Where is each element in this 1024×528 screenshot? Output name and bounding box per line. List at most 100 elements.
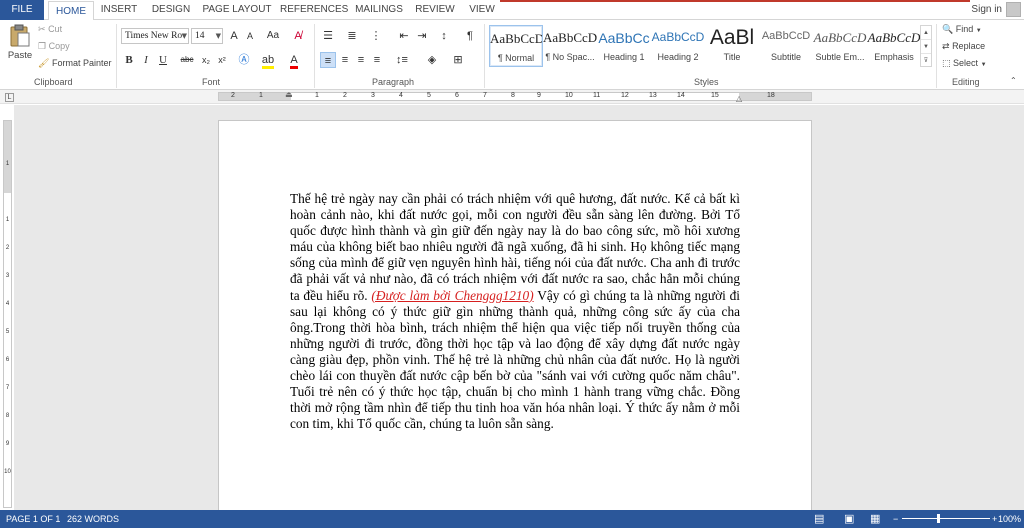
- group-separator: [116, 24, 117, 88]
- chevron-up-icon[interactable]: ▲: [921, 26, 931, 40]
- shading-button[interactable]: ◈: [424, 52, 440, 68]
- ruler-number: 2: [5, 245, 10, 251]
- style-sample: AaBbCcD: [867, 30, 921, 45]
- binoculars-icon: 🔍: [942, 24, 954, 34]
- decrease-indent-button[interactable]: ⇤: [396, 28, 412, 44]
- style-emphasis[interactable]: AaBbCcD Emphasis: [867, 25, 921, 67]
- styles-gallery-scroll[interactable]: ▲ ▼ ⊽: [920, 25, 932, 67]
- ruler-number: 6: [5, 357, 10, 363]
- cursor-icon: ⬚: [942, 58, 951, 68]
- font-size-combo[interactable]: 14 ▼: [191, 28, 223, 44]
- paste-label: Paste: [7, 50, 33, 61]
- bold-button[interactable]: B: [121, 52, 137, 68]
- zoom-in-icon[interactable]: +: [992, 510, 997, 528]
- document-page[interactable]: Thế hệ trẻ ngày nay cần phải có trách nh…: [218, 120, 812, 520]
- avatar[interactable]: [1006, 2, 1021, 17]
- page-count-status[interactable]: PAGE 1 OF 1: [6, 510, 60, 528]
- zoom-slider-thumb[interactable]: [937, 514, 940, 523]
- collapse-ribbon-button[interactable]: ⌃: [1010, 76, 1017, 85]
- text-effects-button[interactable]: Ⓐ: [236, 52, 252, 68]
- style-subtle-emphasis[interactable]: AaBbCcD Subtle Em...: [813, 25, 867, 67]
- show-formatting-button[interactable]: ¶: [462, 28, 478, 44]
- ruler-number: 18: [767, 92, 775, 99]
- group-separator: [314, 24, 315, 88]
- scissors-icon: ✂: [38, 24, 46, 34]
- ruler-number: 4: [399, 92, 403, 99]
- style-sample: AaBbCcDc: [543, 30, 597, 45]
- horizontal-ruler[interactable]: 2 1 1 2 3 4 5 6 7 8 9 10 11 12 13 14 15 …: [218, 90, 812, 103]
- increase-indent-button[interactable]: ⇥: [414, 28, 430, 44]
- style-heading-2[interactable]: AaBbCcD Heading 2: [651, 25, 705, 67]
- cut-label: Cut: [48, 24, 63, 34]
- tab-view[interactable]: VIEW: [464, 0, 500, 20]
- style-subtitle[interactable]: AaBbCcD Subtitle: [759, 25, 813, 67]
- font-color-button[interactable]: A: [286, 52, 302, 69]
- document-body[interactable]: Thế hệ trẻ ngày nay cần phải có trách nh…: [290, 191, 740, 432]
- sign-in-link[interactable]: Sign in: [971, 0, 1002, 20]
- numbering-button[interactable]: ≣: [344, 28, 360, 44]
- style-no-spacing[interactable]: AaBbCcDc ¶ No Spac...: [543, 25, 597, 67]
- italic-button[interactable]: I: [138, 52, 154, 68]
- superscript-button[interactable]: x²: [214, 52, 230, 68]
- select-button[interactable]: ⬚ Select ▼: [942, 58, 987, 69]
- tab-review[interactable]: REVIEW: [414, 0, 456, 20]
- tab-references[interactable]: REFERENCES: [280, 0, 348, 20]
- change-case-button[interactable]: Aa: [263, 28, 283, 44]
- underline-button[interactable]: U: [155, 52, 171, 68]
- tab-selector-button[interactable]: L: [5, 93, 14, 102]
- right-indent-marker-icon[interactable]: △: [736, 94, 742, 103]
- find-button[interactable]: 🔍 Find ▼: [942, 24, 982, 35]
- copy-label: Copy: [48, 41, 70, 51]
- subscript-button[interactable]: x₂: [198, 52, 214, 68]
- highlight-button[interactable]: ab: [260, 52, 276, 69]
- zoom-level[interactable]: 100%: [998, 510, 1021, 528]
- ruler-number: 7: [5, 385, 10, 391]
- line-spacing-icon: ↕≡: [396, 54, 408, 66]
- chevron-down-icon[interactable]: ▼: [921, 40, 931, 54]
- cut-button[interactable]: ✂ Cut: [38, 24, 62, 35]
- strikethrough-button[interactable]: abc: [178, 52, 196, 68]
- tab-file[interactable]: FILE: [0, 0, 44, 20]
- align-left-button[interactable]: ≡: [320, 52, 336, 68]
- zoom-slider[interactable]: [902, 518, 990, 519]
- zoom-out-icon[interactable]: −: [893, 510, 898, 528]
- ruler-number: 8: [511, 92, 515, 99]
- tab-mailings[interactable]: MAILINGS: [352, 0, 406, 20]
- indent-marker-icon[interactable]: ⏏: [285, 90, 293, 99]
- copy-button[interactable]: ❐ Copy: [38, 41, 70, 52]
- style-heading-1[interactable]: AaBbCc Heading 1: [597, 25, 651, 67]
- change-case-icon: Aa: [266, 30, 280, 41]
- paste-button[interactable]: Paste: [6, 24, 34, 61]
- shrink-font-button[interactable]: A: [242, 28, 258, 44]
- sort-button[interactable]: ↕: [436, 28, 452, 44]
- bullets-button[interactable]: ☰: [320, 28, 336, 44]
- multilevel-list-button[interactable]: ⋮: [368, 28, 384, 44]
- tab-insert[interactable]: INSERT: [100, 0, 138, 20]
- style-name: ¶ Normal: [497, 53, 535, 63]
- font-family-combo[interactable]: Times New Ro ▼: [121, 28, 189, 44]
- more-styles-icon[interactable]: ⊽: [921, 54, 931, 68]
- align-center-button[interactable]: ≡: [337, 52, 353, 68]
- justify-button[interactable]: ≡: [369, 52, 385, 68]
- line-spacing-button[interactable]: ↕≡: [394, 52, 410, 68]
- chevron-down-icon: ▼: [980, 62, 987, 68]
- align-right-button[interactable]: ≡: [353, 52, 369, 68]
- author-note: (Được làm bởi Chenggg1210): [371, 287, 534, 303]
- print-layout-icon[interactable]: ▣: [844, 510, 854, 528]
- clear-formatting-button[interactable]: A̸: [290, 28, 306, 44]
- ruler-number: 8: [5, 413, 10, 419]
- borders-button[interactable]: ⊞: [450, 52, 466, 68]
- word-count-status[interactable]: 262 WORDS: [67, 510, 119, 528]
- web-layout-icon[interactable]: ▦: [870, 510, 880, 528]
- tab-design[interactable]: DESIGN: [148, 0, 194, 20]
- font-size-value: 14: [195, 31, 205, 41]
- read-mode-icon[interactable]: ▤: [814, 510, 824, 528]
- style-normal[interactable]: AaBbCcDc ¶ Normal: [489, 25, 543, 67]
- format-painter-button[interactable]: 🖌 Format Painter: [38, 58, 111, 69]
- vertical-ruler[interactable]: 1 1 2 3 4 5 6 7 8 9 10: [3, 120, 12, 508]
- grow-font-button[interactable]: A: [226, 28, 242, 44]
- style-title[interactable]: AaBl Title: [705, 25, 759, 67]
- replace-button[interactable]: ⇄ Replace: [942, 41, 985, 52]
- tab-page-layout[interactable]: PAGE LAYOUT: [202, 0, 272, 20]
- tab-home[interactable]: HOME: [48, 1, 94, 21]
